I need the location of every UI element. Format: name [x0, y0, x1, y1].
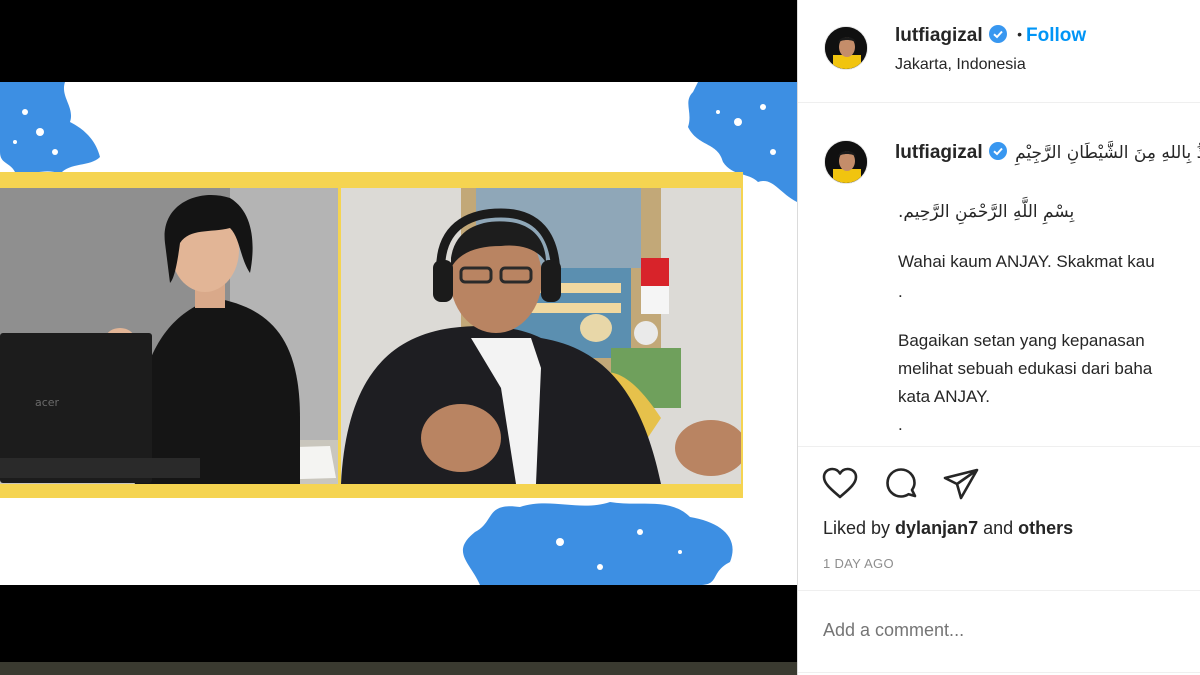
caption-line-4: Bagaikan setan yang kepanasan [898, 331, 1145, 350]
participant-left-video: acer [0, 188, 338, 484]
post-media[interactable]: acer [0, 0, 797, 675]
blue-splash-top-left [0, 82, 100, 174]
comment-input[interactable] [823, 612, 1183, 648]
caption-dot-2: . [898, 415, 903, 434]
verified-badge-icon [988, 142, 1007, 160]
caption-arabic-line-1: أَعُوْذُ بِاللهِ مِنَ الشَّيْطَانِ الرَّ… [1015, 143, 1200, 163]
caption-divider [798, 446, 1200, 447]
instagram-post-panel: lutfiagizal • Follow Jakarta, Indonesia l… [797, 0, 1200, 675]
liked-by-suffix: and [978, 518, 1019, 538]
participant-right-scene [341, 188, 741, 484]
post-timestamp[interactable]: 1 DAY AGO [823, 556, 894, 571]
post-location[interactable]: Jakarta, Indonesia [895, 56, 1026, 74]
caption-dot-1: . [898, 282, 903, 301]
caption-arabic-line-2: .بِسْمِ اللَّهِ الرَّحْمَنِ الرَّحِيم [898, 202, 1075, 222]
share-button[interactable] [941, 464, 981, 504]
avatar[interactable] [824, 26, 868, 70]
liked-by-prefix: Liked by [823, 518, 896, 538]
blue-splash-bottom [462, 502, 733, 585]
header-username[interactable]: lutfiagizal [895, 25, 983, 46]
video-bottom-strip [0, 662, 797, 675]
caption-avatar[interactable] [824, 140, 868, 184]
participant-right-video [341, 188, 741, 484]
liked-by-user[interactable]: dylanjan7 [895, 518, 978, 538]
likes-summary: Liked by dylanjan7 and others [823, 518, 1073, 539]
share-icon [943, 468, 979, 500]
actions-divider [798, 590, 1200, 591]
caption-line-5: melihat sebuah edukasi dari baha [898, 359, 1153, 378]
caption-line-3: Wahai kaum ANJAY. Skakmat kau [898, 252, 1155, 271]
comment-button[interactable] [881, 464, 921, 504]
caption-first-line: lutfiagizal أَعُوْذُ بِاللهِ مِنَ الشَّي… [895, 142, 1200, 164]
avatar-image [825, 27, 867, 69]
header-divider [798, 102, 1200, 103]
caption-username[interactable]: lutfiagizal [895, 142, 983, 163]
comment-icon [886, 468, 917, 498]
participant-left-scene: acer [0, 188, 338, 484]
post-header: lutfiagizal • Follow [895, 25, 1086, 47]
laptop-logo: acer [35, 396, 60, 409]
verified-badge-icon [988, 25, 1007, 43]
comment-bottom-divider [798, 672, 1200, 673]
header-separator-dot: • [1017, 26, 1022, 42]
caption-line-6: kata ANJAY. [898, 387, 990, 406]
liked-by-others[interactable]: others [1018, 518, 1073, 538]
like-button[interactable] [820, 464, 860, 504]
follow-button[interactable]: Follow [1026, 25, 1086, 46]
avatar-image [825, 141, 867, 183]
heart-icon [822, 467, 858, 499]
